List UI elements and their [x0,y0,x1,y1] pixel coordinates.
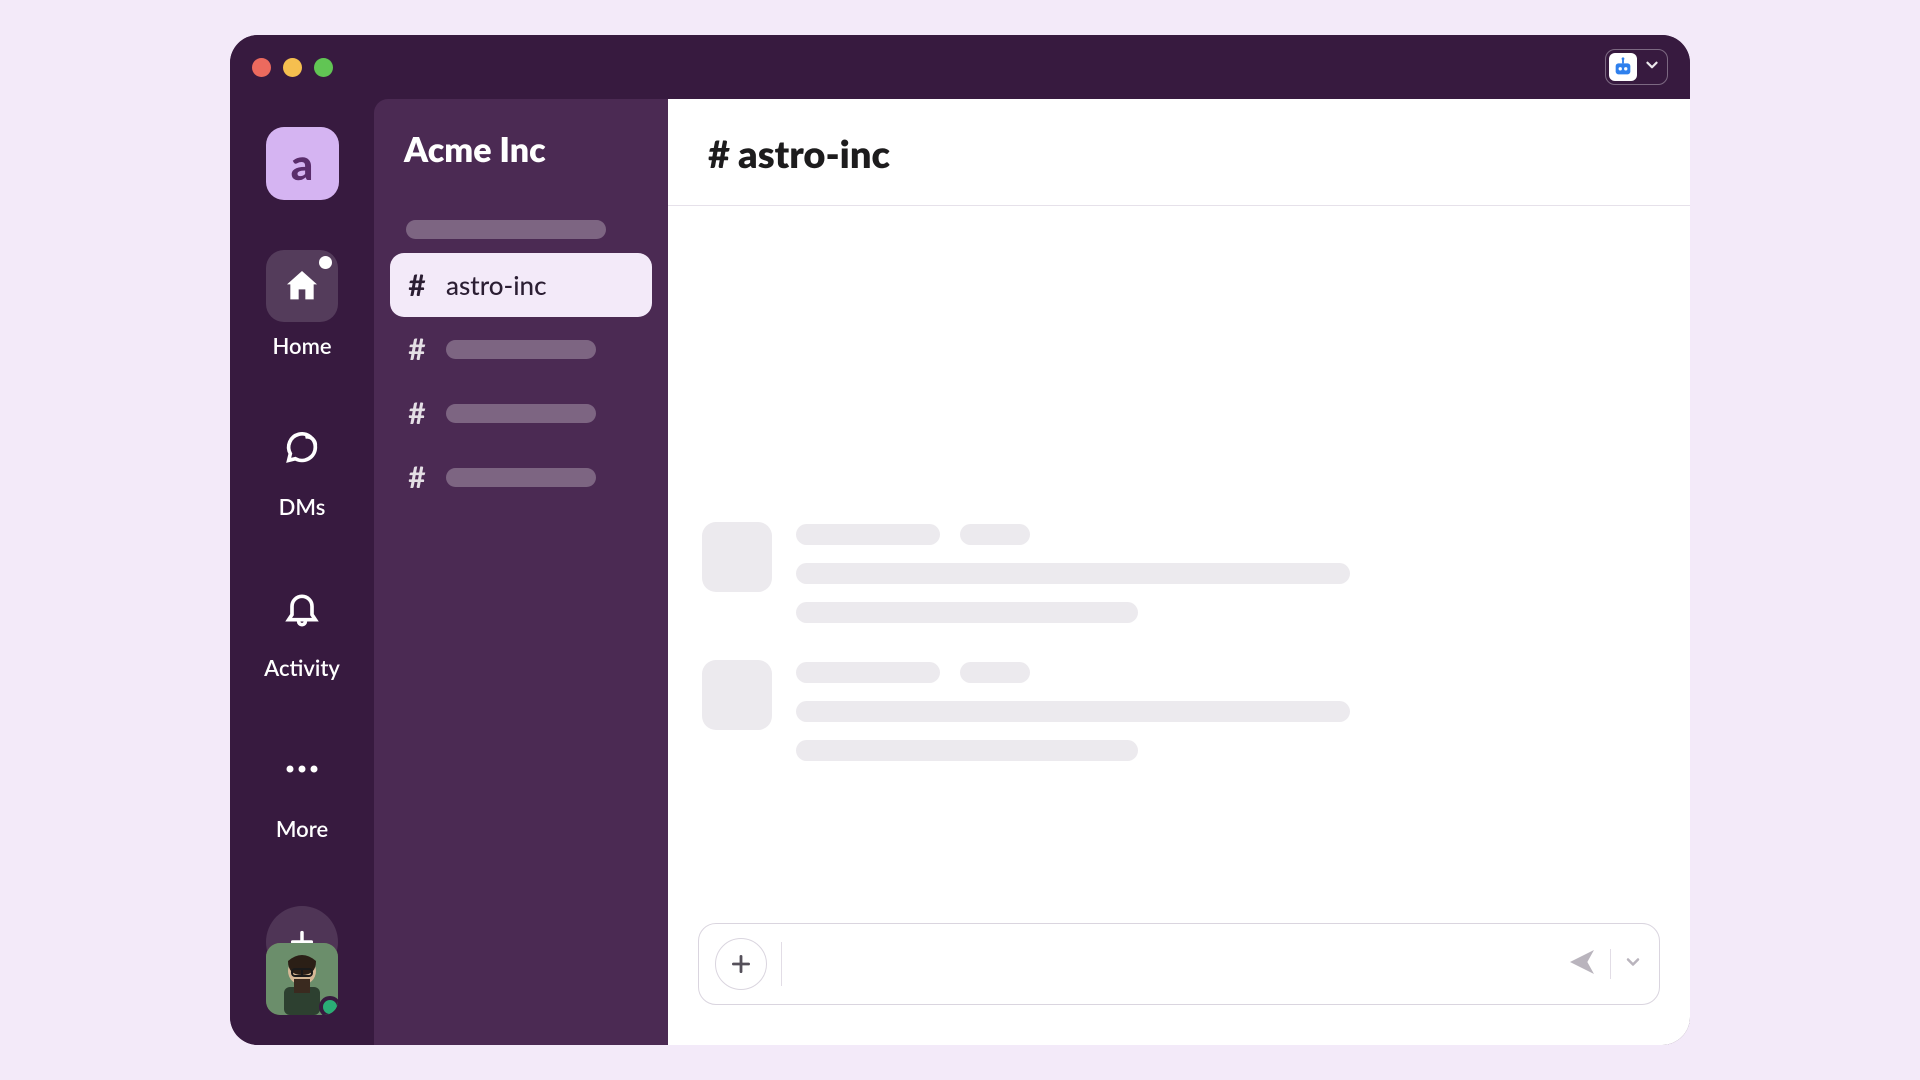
channel-title: astro-inc [738,131,890,177]
hash-icon: # [406,331,428,367]
titlebar [230,35,1690,99]
workspace-letter: a [291,138,314,190]
avatar-placeholder [702,660,772,730]
nav-label: Activity [264,654,340,681]
more-icon [266,733,338,805]
hash-icon: # [406,459,428,495]
hash-icon: # [708,131,730,177]
presence-indicator [319,996,338,1015]
app-window: a Home DMs Activity [230,35,1690,1045]
user-avatar[interactable] [266,943,338,1015]
channel-placeholder-item [390,206,652,253]
message-composer [698,923,1660,1005]
attach-button[interactable] [715,938,767,990]
workspace-switcher[interactable]: a [266,127,339,200]
bot-avatar-icon [1609,53,1637,81]
home-icon [266,250,338,322]
channel-name: astro-inc [446,269,547,301]
dms-icon [266,411,338,483]
nav-label: Home [272,332,331,359]
window-controls [252,58,333,77]
nav-label: DMs [279,493,326,520]
hash-icon: # [406,267,428,303]
channel-item-astro-inc[interactable]: # astro-inc [390,253,652,317]
message-input[interactable] [796,924,1552,1004]
nav-activity[interactable]: Activity [264,572,340,681]
nav-home[interactable]: Home [266,250,338,359]
channel-header[interactable]: # astro-inc [668,99,1690,206]
message-skeleton [702,660,1350,761]
notification-dot [319,256,332,269]
minimize-window-button[interactable] [283,58,302,77]
nav-label: More [276,815,328,842]
close-window-button[interactable] [252,58,271,77]
divider [781,942,782,986]
channel-placeholder-item[interactable]: # [390,381,652,445]
bell-icon [266,572,338,644]
main-pane: # astro-inc [668,99,1690,1045]
divider [1610,949,1611,979]
hash-icon: # [406,395,428,431]
nav-dms[interactable]: DMs [266,411,338,520]
maximize-window-button[interactable] [314,58,333,77]
avatar-placeholder [702,522,772,592]
nav-rail: a Home DMs Activity [230,99,374,1045]
message-skeleton [702,522,1350,623]
profile-menu-button[interactable] [1605,49,1668,85]
send-options-button[interactable] [1623,952,1643,976]
workspace-name[interactable]: Acme Inc [390,129,652,170]
nav-more[interactable]: More [266,733,338,842]
channel-placeholder-item[interactable]: # [390,445,652,509]
send-button[interactable] [1566,946,1598,982]
channel-placeholder-item[interactable]: # [390,317,652,381]
chevron-down-icon [1643,56,1661,78]
messages-area [668,206,1690,923]
channel-sidebar: Acme Inc # astro-inc # # # [374,99,668,1045]
